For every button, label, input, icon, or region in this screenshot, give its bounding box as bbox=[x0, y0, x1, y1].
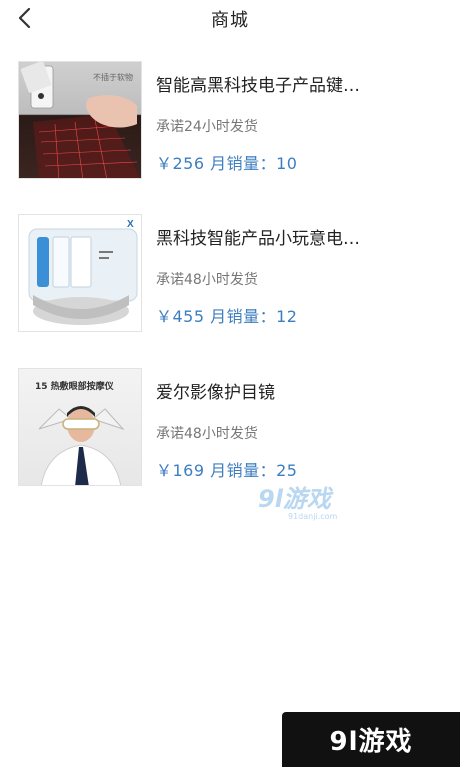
product-name: 黑科技智能产品小玩意电… bbox=[156, 229, 360, 249]
product-item[interactable]: 15 热敷眼部按摩仪 爱尔影像护目镜 承诺48小时发货 ￥169 月销量：25 bbox=[0, 368, 460, 488]
thumb-caption: 15 热敷眼部按摩仪 bbox=[35, 382, 114, 392]
page-title: 商城 bbox=[211, 10, 249, 31]
top-bar: 商城 bbox=[0, 0, 460, 38]
thumb-caption: 不插于软物 bbox=[93, 73, 133, 82]
product-item[interactable]: X 黑科技智能产品小玩意电… 承诺48小时发货 ￥455 月销量：12 bbox=[0, 214, 460, 334]
product-thumbnail: 15 热敷眼部按摩仪 bbox=[18, 368, 142, 486]
shipping-promise: 承诺24小时发货 bbox=[156, 119, 258, 135]
shipping-promise: 承诺48小时发货 bbox=[156, 272, 258, 288]
price-and-sales: ￥256 月销量：10 bbox=[156, 154, 298, 173]
price-and-sales: ￥455 月销量：12 bbox=[156, 307, 298, 326]
product-name: 智能高黑科技电子产品键… bbox=[156, 76, 360, 96]
shipping-promise: 承诺48小时发货 bbox=[156, 426, 258, 442]
watermark-badge-text: 9l游戏 bbox=[329, 727, 413, 757]
watermark-logo: 9l游戏 91danji.com bbox=[258, 486, 358, 526]
watermark-text: 9l游戏 bbox=[258, 485, 331, 513]
product-thumbnail: 不插于软物 bbox=[18, 61, 142, 179]
watermark-subtext: 91danji.com bbox=[288, 512, 338, 521]
watermark-badge: 9l游戏 bbox=[282, 712, 460, 767]
product-name: 爱尔影像护目镜 bbox=[156, 383, 275, 403]
product-thumbnail: X bbox=[18, 214, 142, 332]
product-item[interactable]: 不插于软物 智能高黑科技电子产品键… 承诺24小时发货 ￥256 月销量：10 bbox=[0, 61, 460, 181]
price-and-sales: ￥169 月销量：25 bbox=[156, 461, 298, 480]
svg-text:X: X bbox=[127, 219, 134, 230]
usb-device-image: X bbox=[28, 219, 138, 325]
